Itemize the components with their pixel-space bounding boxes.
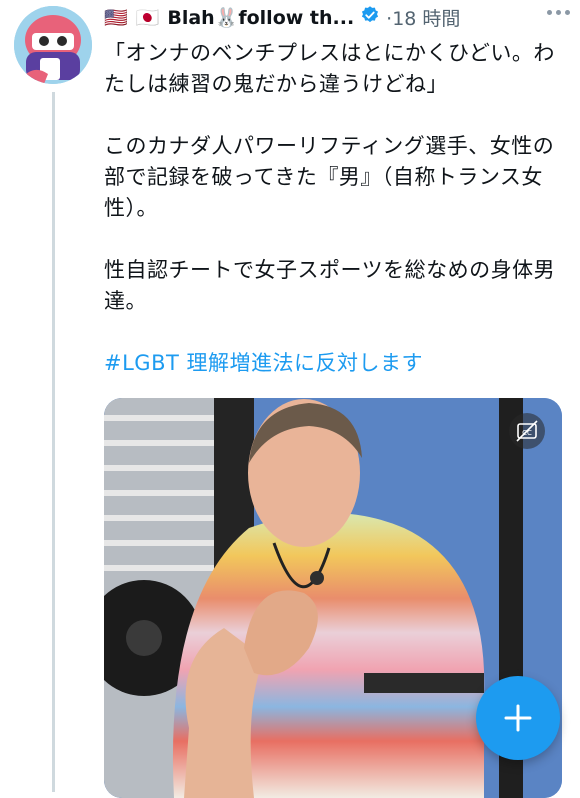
compose-plus-icon[interactable] — [476, 676, 560, 760]
timestamp[interactable]: ·18 時間 — [386, 4, 460, 31]
closed-captions-icon[interactable]: CC — [509, 413, 545, 449]
tweet-paragraph: 「オンナのベンチプレスはとにかくひどい。わたしは練習の鬼だから違うけどね」 — [104, 41, 555, 96]
avatar-illustration — [14, 6, 92, 84]
tweet-header: 🇺🇸 🇯🇵 Blah🐰follow th... ·18 時間 — [104, 4, 570, 30]
tweet-body: 「オンナのベンチプレスはとにかくひどい。わたしは練習の鬼だから違うけどね」 この… — [104, 38, 564, 379]
hashtag-link[interactable]: #LGBT 理解増進法に反対します — [104, 348, 564, 379]
more-options-icon[interactable] — [547, 10, 570, 15]
tweet-paragraph: 性自認チートで女子スポーツを総なめの身体男達。 — [104, 258, 556, 313]
verified-badge-icon — [360, 5, 380, 30]
avatar[interactable] — [14, 6, 92, 84]
thread-connector-line — [52, 92, 55, 792]
japan-flag: 🇯🇵 — [135, 6, 160, 29]
display-name[interactable]: Blah🐰follow th... — [167, 6, 354, 29]
tweet-paragraph: このカナダ人パワーリフティング選手、女性の部で記録を破ってきた『男』（自称トラン… — [104, 134, 555, 220]
us-flag: 🇺🇸 — [104, 6, 128, 29]
